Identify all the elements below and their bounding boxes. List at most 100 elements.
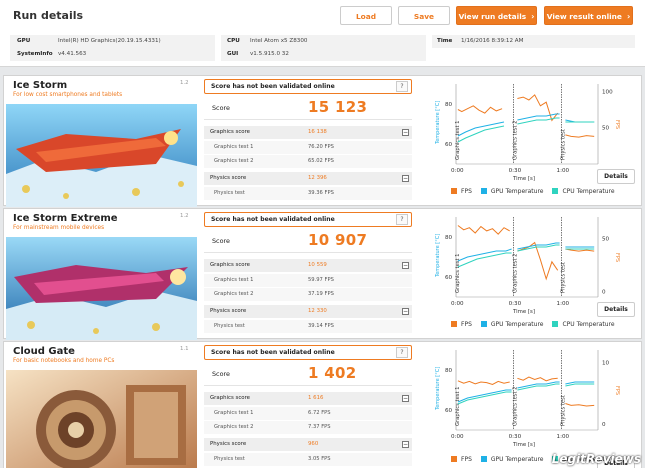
collapse-icon[interactable]: − <box>402 262 409 269</box>
temp-tick-label: 60 <box>445 142 453 148</box>
legend-swatch <box>552 321 559 327</box>
x-axis-label: Time [s] <box>512 442 535 448</box>
graphics-test-2-label: Graphics test 2 <box>214 424 254 430</box>
load-button[interactable]: Load <box>340 6 392 25</box>
fps-axis-label: FPS <box>614 386 620 395</box>
validation-banner: Score has not been validated online? <box>204 79 412 94</box>
temp-tick-label: 80 <box>445 368 453 374</box>
graphics-test-1-row: Graphics test 1 76.20 FPS <box>204 141 412 154</box>
fps-axis-label: FPS <box>614 253 620 262</box>
details-button[interactable]: Details <box>597 302 635 317</box>
physics-test-row: Physics test 39.14 FPS <box>204 320 412 333</box>
graphics-score-value: 16 138 <box>308 129 327 135</box>
monitoring-chart-svg: Graphics test 1 Graphics test 2 Physics te… <box>435 350 620 448</box>
score-value: 15 123 <box>308 98 368 116</box>
x-axis-label: Time [s] <box>512 176 535 182</box>
validation-text: Score has not been validated online <box>211 349 335 356</box>
fps-line <box>457 380 510 386</box>
graphics-test-1-value: 6.72 FPS <box>308 410 331 416</box>
score-row: Score 10 907 <box>204 229 412 253</box>
fps-tick-label: 10 <box>602 360 610 366</box>
fps-tick-label: 100 <box>602 89 613 95</box>
segment-label: Physics test <box>560 262 566 293</box>
cpu-temp-line <box>457 391 512 405</box>
benchmark-name: Ice Storm <box>13 80 68 91</box>
physics-score-row[interactable]: Physics score 12 396 − <box>204 172 412 185</box>
fps-line <box>565 134 595 138</box>
fps-tick-label: 50 <box>602 126 610 132</box>
chevron-right-icon: › <box>626 12 631 21</box>
fps-tick-label: 50 <box>602 236 610 242</box>
legend-gpu: GPU Temperature <box>480 188 543 196</box>
collapse-icon[interactable]: − <box>402 175 409 182</box>
x-tick-label: 1:00 <box>557 434 570 440</box>
score-label: Score <box>212 104 230 112</box>
graphics-score-label: Graphics score <box>210 129 251 135</box>
legend-gpu-label: GPU Temperature <box>490 456 544 463</box>
temp-axis-label: Temperature [°C] <box>435 234 441 278</box>
graphics-test-1-value: 59.97 FPS <box>308 277 334 283</box>
save-button[interactable]: Save <box>398 6 450 25</box>
help-button[interactable]: ? <box>396 81 408 92</box>
graphics-score-row[interactable]: Graphics score 1 616 − <box>204 392 412 405</box>
cpu-value: Intel Atom x5 Z8300 <box>250 38 308 44</box>
graphics-test-2-value: 65.02 FPS <box>308 158 334 164</box>
legend-fps-label: FPS <box>461 456 472 463</box>
legend-gpu-label: GPU Temperature <box>490 321 544 328</box>
x-tick-label: 1:00 <box>557 301 570 307</box>
segment-label: Graphics test 1 <box>455 121 461 160</box>
collapse-icon[interactable]: − <box>402 395 409 402</box>
collapse-icon[interactable]: − <box>402 441 409 448</box>
legend-cpu-label: CPU Temperature <box>562 321 615 328</box>
collapse-icon[interactable]: − <box>402 129 409 136</box>
physics-score-row[interactable]: Physics score 12 330 − <box>204 305 412 318</box>
x-tick-label: 0:00 <box>451 301 464 307</box>
benchmark-name: Ice Storm Extreme <box>13 213 118 224</box>
validation-banner: Score has not been validated online? <box>204 345 412 360</box>
graphics-score-row[interactable]: Graphics score 16 138 − <box>204 126 412 139</box>
benchmark-version: 1.2 <box>180 80 189 86</box>
physics-score-label: Physics score <box>210 308 247 314</box>
graphics-test-1-label: Graphics test 1 <box>214 144 254 150</box>
physics-score-label: Physics score <box>210 441 247 447</box>
physics-score-row[interactable]: Physics score 960 − <box>204 438 412 451</box>
x-tick-label: 0:30 <box>509 434 522 440</box>
chevron-right-icon: › <box>531 12 535 21</box>
view-result-online-button[interactable]: View result online › <box>544 6 633 25</box>
graphics-score-row[interactable]: Graphics score 10 559 − <box>204 259 412 272</box>
gpu-key: GPU <box>17 38 31 44</box>
help-button[interactable]: ? <box>396 214 408 225</box>
chart-legend: FPS GPU Temperature CPU Temperature <box>451 321 624 329</box>
view-run-details-button[interactable]: View run details › <box>456 6 537 25</box>
sysinfo-value: v4.41.563 <box>58 51 87 57</box>
benchmark-version: 1.2 <box>180 213 189 219</box>
temp-tick-label: 60 <box>445 408 453 414</box>
gpu-temp-line <box>457 248 512 262</box>
help-button[interactable]: ? <box>396 347 408 358</box>
benchmark-image <box>6 104 197 207</box>
gui-value: v1.5.915.0 32 <box>250 51 289 57</box>
fps-tick-label: 0 <box>602 422 606 428</box>
physics-score-value: 12 396 <box>308 175 327 181</box>
chart-legend: FPS GPU Temperature CPU Temperature <box>451 188 624 196</box>
physics-score-label: Physics score <box>210 175 247 181</box>
cpu-key: CPU <box>227 38 240 44</box>
segment-label: Graphics test 1 <box>455 254 461 293</box>
graphics-test-1-row: Graphics test 1 6.72 FPS <box>204 407 412 420</box>
legend-fps: FPS <box>451 321 472 329</box>
physics-test-value: 3.05 FPS <box>308 456 331 462</box>
score-label: Score <box>212 370 230 378</box>
segment-label: Physics test <box>560 129 566 160</box>
gpu-temp-line <box>457 121 505 137</box>
fps-axis-label: FPS <box>614 120 620 129</box>
watermark: LegitReviews <box>551 452 641 466</box>
details-button[interactable]: Details <box>597 169 635 184</box>
benchmark-image <box>6 237 197 340</box>
benchmark-subtitle: For mainstream mobile devices <box>13 225 105 231</box>
collapse-icon[interactable]: − <box>402 308 409 315</box>
page-title: Run details <box>13 9 84 22</box>
x-axis-label: Time [s] <box>512 309 535 315</box>
graphics-score-label: Graphics score <box>210 262 251 268</box>
fps-line <box>517 94 559 122</box>
benchmark-card: Ice Storm For low cost smartphones and ta… <box>3 75 642 207</box>
